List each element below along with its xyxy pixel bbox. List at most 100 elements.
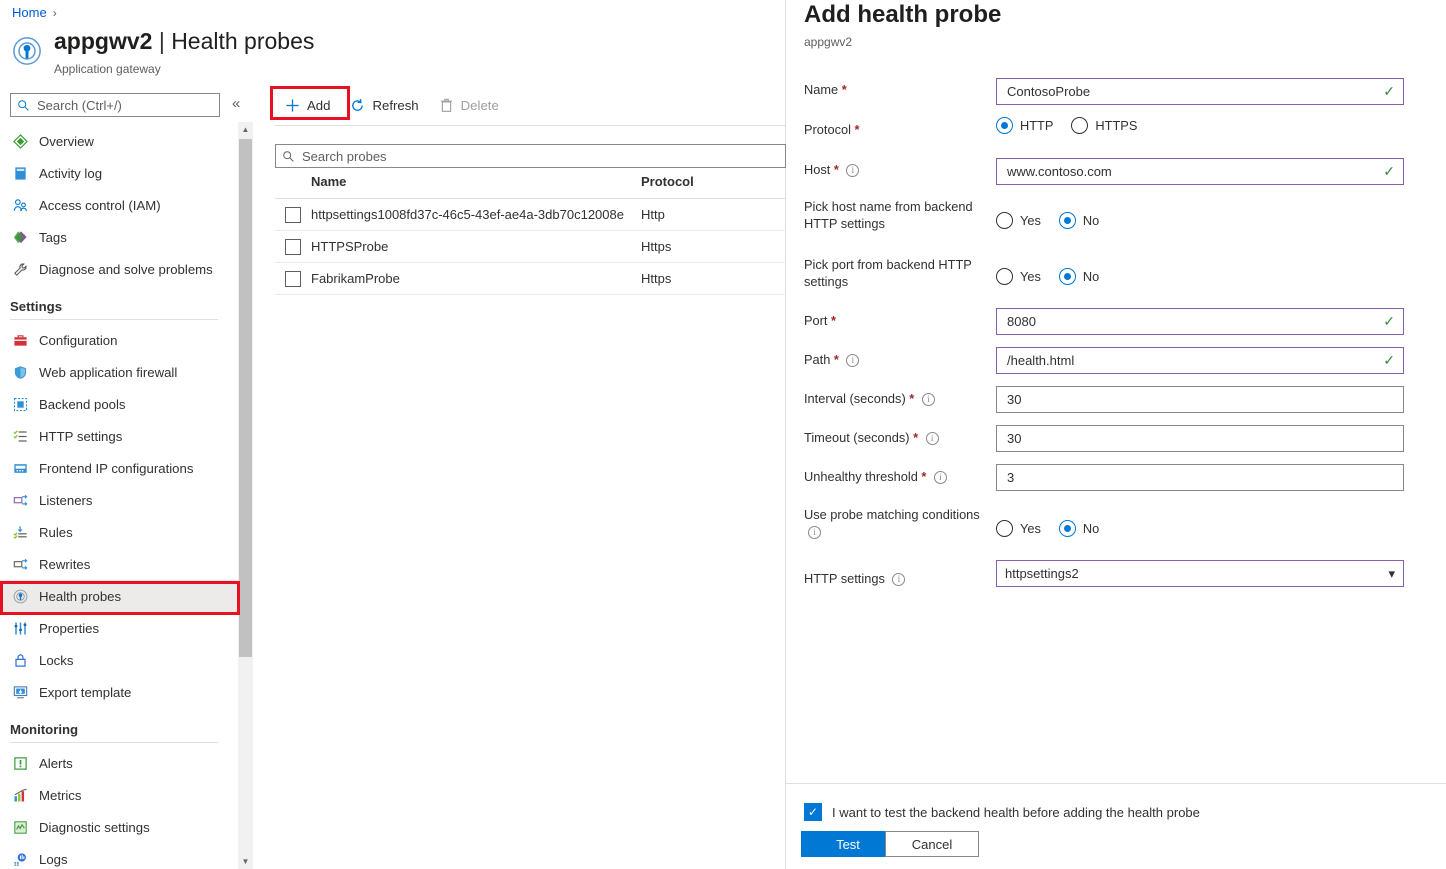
sidebar-item-label: Activity log [39,165,103,181]
refresh-button-label: Refresh [372,97,419,113]
sidebar-item-label: Rules [39,524,73,540]
scrollbar-thumb[interactable] [239,139,252,657]
radio-probe-matching-yes[interactable]: Yes [996,520,1041,537]
host-input[interactable] [1005,163,1378,180]
port-input[interactable] [1005,313,1378,330]
sidebar-group-settings: Settings [10,299,63,314]
command-bar-divider [275,125,786,126]
column-header-protocol[interactable]: Protocol [641,174,786,199]
name-field[interactable]: ✓ [996,78,1404,105]
sidebar-item-logs[interactable]: Logs [0,843,240,869]
radio-dot-icon[interactable] [1071,117,1089,134]
table-row[interactable]: httpsettings1008fd37c-46c5-43ef-ae4a-3db… [275,198,786,231]
cancel-button[interactable]: Cancel [885,831,979,857]
sidebar-item-locks[interactable]: Locks [0,644,240,676]
collapse-sidebar-icon[interactable]: « [232,92,240,116]
valid-check-icon: ✓ [1383,352,1395,368]
add-button[interactable]: Add [275,88,340,122]
chevron-down-icon[interactable]: ▾ [1388,566,1395,582]
sidebar-scrollbar[interactable]: ▲ ▼ [238,122,253,869]
radio-dot-icon[interactable] [1058,268,1076,285]
info-icon[interactable]: i [921,393,935,406]
sidebar-item-configuration[interactable]: Configuration [0,324,240,356]
unhealthy-threshold-input[interactable] [1005,469,1395,486]
sidebar-item-diagnose-and-solve-problems[interactable]: Diagnose and solve problems [0,253,240,285]
test-backend-health-checkbox[interactable]: ✓ I want to test the backend health befo… [804,803,1200,821]
column-header-name[interactable]: Name [311,174,641,199]
table-row[interactable]: FabrikamProbe Https [275,262,786,295]
refresh-button[interactable]: Refresh [340,88,428,122]
interval-input[interactable] [1005,391,1395,408]
row-checkbox[interactable] [285,206,301,223]
sidebar-item-alerts[interactable]: Alerts [0,747,240,779]
scroll-up-icon[interactable]: ▲ [238,122,253,137]
info-icon[interactable]: i [933,471,947,484]
info-icon[interactable]: i [925,432,939,445]
sidebar-item-label: Listeners [39,492,93,508]
timeout-input[interactable] [1005,430,1395,447]
sidebar-item-rules[interactable]: Rules [0,516,240,548]
sidebar-item-properties[interactable]: Properties [0,612,240,644]
radio-dot-icon[interactable] [996,212,1013,229]
row-checkbox-cell[interactable] [275,198,311,231]
info-icon[interactable]: i [846,354,860,367]
resource-type-label: Application gateway [54,62,161,76]
row-checkbox[interactable] [285,270,301,287]
http-settings-dropdown[interactable]: httpsettings2 ▾ [996,560,1404,587]
breadcrumb-home[interactable]: Home [12,5,47,20]
sidebar-item-metrics[interactable]: Metrics [0,779,240,811]
sidebar-item-label: Backend pools [39,396,126,412]
probes-search[interactable] [275,144,786,168]
sidebar-item-access-control-iam[interactable]: Access control (IAM) [0,189,240,221]
sidebar-search-input[interactable] [35,96,213,114]
radio-dot-icon[interactable] [996,268,1013,285]
port-field[interactable]: ✓ [996,308,1404,335]
radio-pick-port-yes[interactable]: Yes [996,268,1041,285]
interval-field[interactable] [996,386,1404,413]
info-icon[interactable]: i [808,526,821,539]
sidebar-search[interactable] [10,93,220,117]
radio-pick-host-no[interactable]: No [1058,212,1099,229]
checkbox-checked-icon[interactable]: ✓ [804,803,822,821]
probes-search-input[interactable] [300,147,779,165]
row-checkbox-cell[interactable] [275,230,311,263]
unhealthy-threshold-field[interactable] [996,464,1404,491]
path-input[interactable] [1005,352,1378,369]
radio-protocol-http[interactable]: HTTP [996,117,1053,134]
radio-dot-icon[interactable] [996,520,1013,537]
sidebar-item-http-settings[interactable]: HTTP settings [0,420,240,452]
host-field[interactable]: ✓ [996,158,1404,185]
row-checkbox[interactable] [285,238,301,255]
sidebar-item-frontend-ip-configurations[interactable]: Frontend IP configurations [0,452,240,484]
info-icon[interactable]: i [892,573,906,586]
sidebar-item-listeners[interactable]: Listeners [0,484,240,516]
sidebar-item-label: Export template [39,684,132,700]
sidebar-item-backend-pools[interactable]: Backend pools [0,388,240,420]
info-icon[interactable]: i [846,164,860,177]
timeout-field[interactable] [996,425,1404,452]
radio-pick-port-no[interactable]: No [1058,268,1099,285]
radio-label: Yes [1020,521,1041,536]
sidebar-item-overview[interactable]: Overview [0,125,240,157]
radio-probe-matching-no[interactable]: No [1058,520,1099,537]
sidebar-item-tags[interactable]: Tags [0,221,240,253]
path-field[interactable]: ✓ [996,347,1404,374]
scroll-down-icon[interactable]: ▼ [238,854,253,869]
radio-protocol-https[interactable]: HTTPS [1071,117,1137,134]
radio-label: Yes [1020,213,1041,228]
radio-dot-icon[interactable] [1058,212,1076,229]
row-checkbox-cell[interactable] [275,262,311,295]
radio-dot-icon[interactable] [1058,520,1076,537]
sidebar-item-rewrites[interactable]: Rewrites [0,548,240,580]
sidebar-item-export-template[interactable]: Export template [0,676,240,708]
table-row[interactable]: HTTPSProbe Https [275,230,786,263]
sidebar-item-health-probes[interactable]: Health probes [0,580,240,612]
sidebar-item-web-application-firewall[interactable]: Web application firewall [0,356,240,388]
radio-dot-icon[interactable] [996,117,1013,134]
radio-pick-host-yes[interactable]: Yes [996,212,1041,229]
sidebar-item-diagnostic-settings[interactable]: Diagnostic settings [0,811,240,843]
test-button[interactable]: Test [801,831,895,857]
name-input[interactable] [1005,83,1378,100]
sidebar-item-activity-log[interactable]: Activity log [0,157,240,189]
diagnostic-settings-icon [12,819,28,835]
